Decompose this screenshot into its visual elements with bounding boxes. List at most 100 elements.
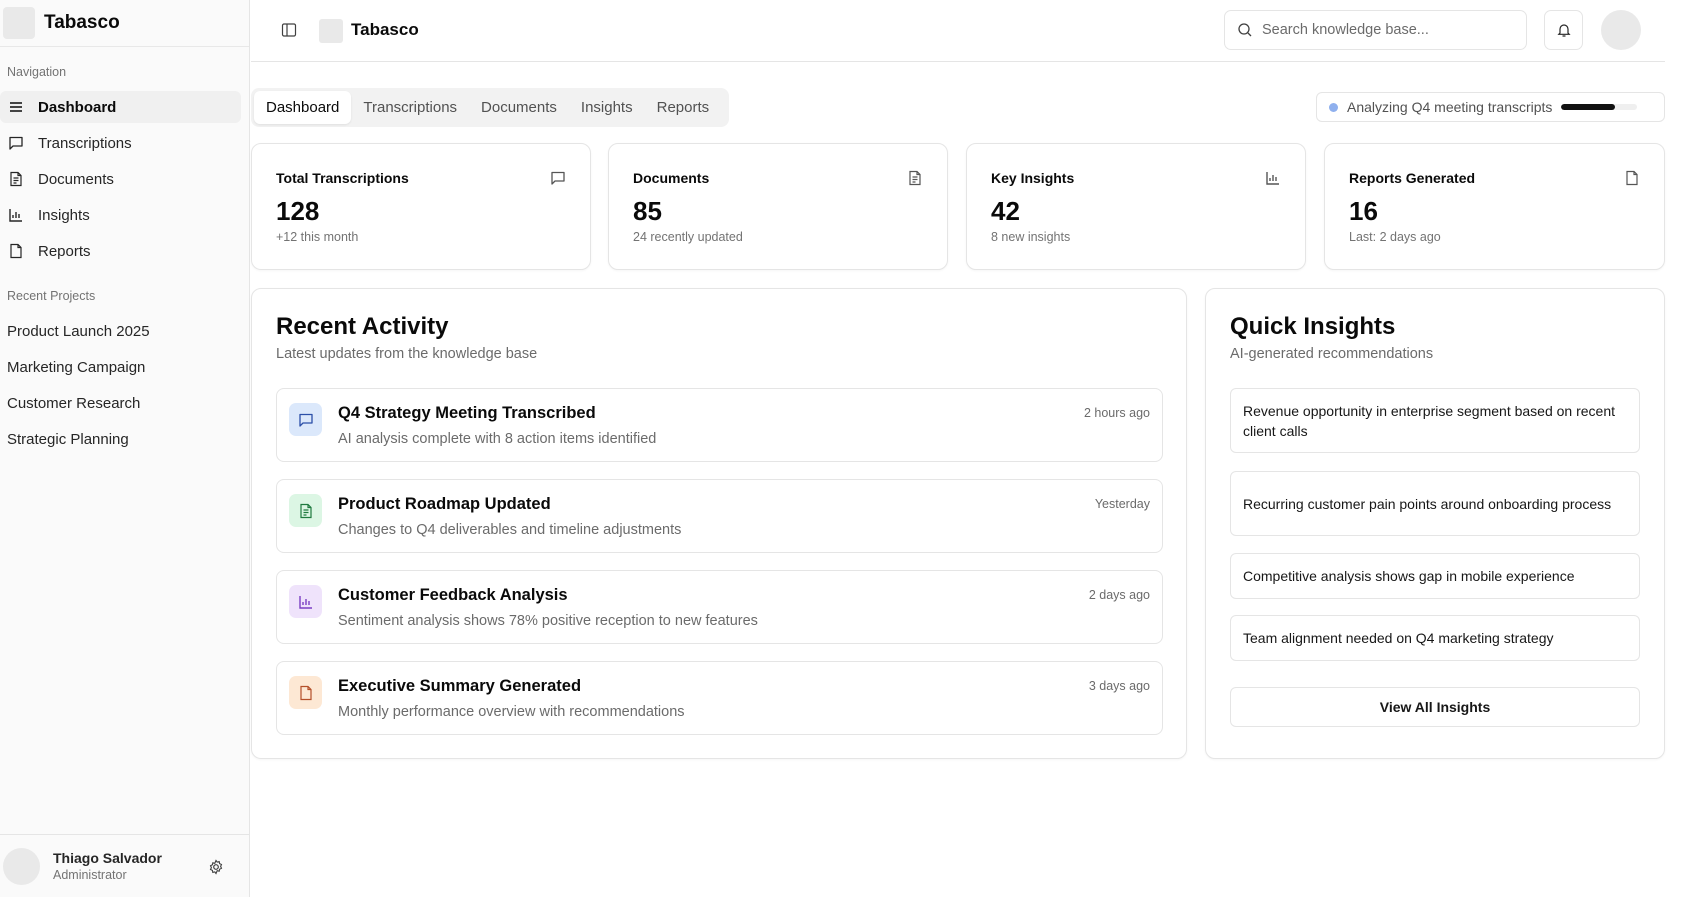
stat-subtext: Last: 2 days ago [1349,230,1441,244]
tab-transcriptions[interactable]: Transcriptions [351,91,469,124]
activity-item[interactable]: Q4 Strategy Meeting Transcribed AI analy… [276,388,1163,462]
activity-icon-badge [289,494,322,527]
quick-insights-panel: Quick Insights AI-generated recommendati… [1205,288,1665,759]
panel-title: Quick Insights [1230,313,1396,340]
stat-subtext: 8 new insights [991,230,1071,244]
panel-subtitle: Latest updates from the knowledge base [276,346,538,362]
user-avatar[interactable] [3,847,40,885]
stat-card-reports: Reports Generated 16 Last: 2 days ago [1324,143,1665,270]
stat-value: 16 [1349,196,1378,226]
sidebar-toggle-icon[interactable] [281,22,297,38]
insight-item[interactable]: Competitive analysis shows gap in mobile… [1230,553,1640,599]
user-name: Thiago Salvador [53,850,162,866]
file-text-icon [8,171,24,187]
stat-subtext: 24 recently updated [633,230,743,244]
message-icon [298,412,314,428]
sidebar-item-insights[interactable]: Insights [0,199,241,231]
stat-subtext: +12 this month [276,230,359,244]
activity-icon-badge [289,403,322,436]
app-name: Tabasco [44,12,120,33]
activity-description: Sentiment analysis shows 78% positive re… [338,613,758,629]
sidebar-item-dashboard[interactable]: Dashboard [0,91,241,123]
stat-title: Documents [633,170,710,186]
status-dot [1329,102,1338,112]
project-item[interactable]: Marketing Campaign [0,351,249,383]
activity-title: Executive Summary Generated [338,677,582,695]
activity-title: Q4 Strategy Meeting Transcribed [338,404,596,422]
header-logo-icon [319,19,343,43]
stat-card-transcriptions: Total Transcriptions 128 +12 this month [251,143,591,270]
project-item[interactable]: Product Launch 2025 [0,315,249,347]
header-title: Tabasco [351,20,419,39]
sidebar-item-documents[interactable]: Documents [0,163,241,195]
search-input[interactable]: Search knowledge base... [1224,10,1527,50]
search-icon [1238,23,1252,37]
activity-time: 3 days ago [1088,679,1150,693]
sidebar-item-label: Documents [38,170,114,188]
tab-bar: Dashboard Transcriptions Documents Insig… [251,88,729,127]
message-icon [550,170,566,186]
message-icon [8,135,24,151]
logo-icon [3,7,35,39]
header-avatar[interactable] [1601,10,1641,50]
projects-section-label: Recent Projects [7,289,96,303]
sidebar-item-label: Dashboard [38,98,117,116]
panel-subtitle: AI-generated recommendations [1230,346,1434,362]
stat-title: Key Insights [991,170,1075,186]
activity-title: Product Roadmap Updated [338,495,551,513]
file-text-icon [907,170,923,186]
sidebar-item-transcriptions[interactable]: Transcriptions [0,127,241,159]
tab-dashboard[interactable]: Dashboard [254,91,352,124]
bell-icon [1556,24,1571,37]
tab-reports[interactable]: Reports [645,91,722,124]
insight-item[interactable]: Revenue opportunity in enterprise segmen… [1230,388,1640,453]
activity-title: Customer Feedback Analysis [338,586,568,604]
stat-card-documents: Documents 85 24 recently updated [608,143,948,270]
tab-insights[interactable]: Insights [569,91,645,124]
view-all-insights-button[interactable]: View All Insights [1230,687,1640,727]
activity-description: Changes to Q4 deliverables and timeline … [338,522,682,538]
file-icon [1624,170,1640,186]
file-icon [8,243,24,259]
stat-value: 85 [633,196,662,226]
sidebar-item-label: Transcriptions [38,134,132,152]
activity-time: Yesterday [1094,497,1150,511]
search-placeholder: Search knowledge base... [1262,22,1429,38]
sidebar: Tabasco Navigation Dashboard Transcripti… [0,0,250,897]
activity-item[interactable]: Customer Feedback Analysis Sentiment ana… [276,570,1163,644]
activity-time: 2 days ago [1088,588,1150,602]
menu-icon [8,99,24,115]
activity-icon-badge [289,585,322,618]
stat-title: Total Transcriptions [276,170,409,186]
insight-item[interactable]: Team alignment needed on Q4 marketing st… [1230,615,1640,661]
project-item[interactable]: Strategic Planning [0,423,249,455]
gear-icon[interactable] [208,859,224,875]
user-role: Administrator [53,868,127,882]
activity-description: AI analysis complete with 8 action items… [338,431,657,447]
activity-item[interactable]: Executive Summary Generated Monthly perf… [276,661,1163,735]
sidebar-item-label: Insights [38,206,90,224]
sidebar-item-reports[interactable]: Reports [0,235,241,267]
notifications-button[interactable] [1544,10,1583,50]
activity-time: 2 hours ago [1083,406,1150,420]
sidebar-brand: Tabasco [0,0,249,47]
panel-title: Recent Activity [276,313,449,340]
stat-value: 42 [991,196,1020,226]
bar-chart-icon [298,594,314,610]
stat-value: 128 [276,196,320,226]
recent-activity-panel: Recent Activity Latest updates from the … [251,288,1187,759]
status-progress-fill [1561,104,1615,110]
status-text: Analyzing Q4 meeting transcripts [1347,99,1553,115]
activity-item[interactable]: Product Roadmap Updated Changes to Q4 de… [276,479,1163,553]
project-item[interactable]: Customer Research [0,387,249,419]
activity-description: Monthly performance overview with recomm… [338,704,685,720]
activity-icon-badge [289,676,322,709]
sidebar-item-label: Reports [38,242,91,260]
insight-item[interactable]: Recurring customer pain points around on… [1230,471,1640,536]
status-progress-bar [1561,104,1638,110]
tab-documents[interactable]: Documents [469,91,569,124]
status-indicator: Analyzing Q4 meeting transcripts [1316,92,1665,122]
nav-section-label: Navigation [7,65,67,79]
stat-title: Reports Generated [1349,170,1476,186]
bar-chart-icon [1265,170,1281,186]
